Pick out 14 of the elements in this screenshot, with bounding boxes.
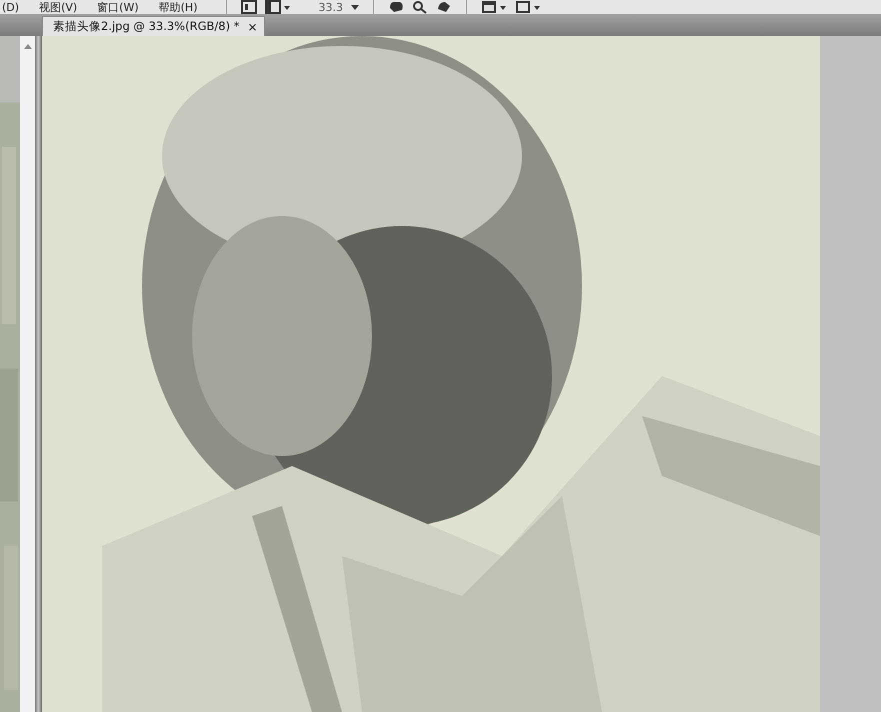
arrange-dropdown-icon[interactable] — [481, 0, 507, 14]
close-icon[interactable]: × — [247, 20, 258, 34]
layout-dropdown-icon[interactable] — [264, 0, 290, 14]
menu-item[interactable]: (D) — [0, 1, 30, 14]
scrollbar[interactable] — [20, 36, 35, 712]
document-tab[interactable]: 素描头像2.jpg @ 33.3%(RGB/8) * × — [42, 16, 265, 36]
zoom-icon[interactable] — [412, 0, 428, 14]
menu-item[interactable]: 帮助(H) — [156, 1, 208, 14]
menu-item[interactable]: 窗口(W) — [95, 1, 149, 14]
scroll-up-icon[interactable] — [24, 44, 32, 49]
tab-title: 素描头像2.jpg @ 33.3%(RGB/8) * — [53, 19, 240, 34]
menu-item[interactable]: 视图(V) — [37, 1, 88, 14]
zoom-value[interactable]: 33.3 — [318, 0, 343, 14]
screen-mode-dropdown-icon[interactable] — [515, 0, 541, 14]
